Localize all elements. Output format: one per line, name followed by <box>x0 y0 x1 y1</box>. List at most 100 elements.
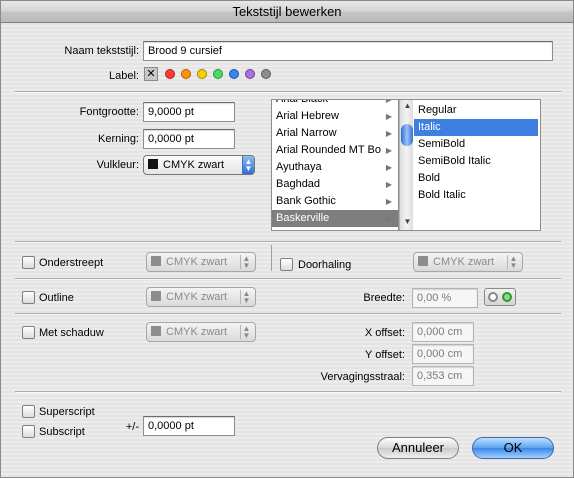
font-size-label: Fontgrootte: <box>79 106 139 118</box>
fill-color-value: CMYK zwart <box>163 159 225 171</box>
outline-color-popup[interactable]: CMYK zwart ▲ ▼ <box>146 287 256 307</box>
cancel-button[interactable]: Annuleer <box>377 437 459 459</box>
font-style-item[interactable]: Bold <box>414 170 538 187</box>
separator <box>15 391 561 393</box>
fill-color-label: Vulkleur: <box>96 159 139 171</box>
subscript-checkbox[interactable] <box>22 425 35 438</box>
outline-filled-ring-icon <box>502 292 512 302</box>
submenu-arrow-icon: ▶ <box>385 112 392 121</box>
outline-width-field[interactable]: 0,00 % <box>412 288 478 308</box>
color-swatch <box>151 326 161 336</box>
label-color-dot[interactable] <box>261 69 271 79</box>
font-family-item[interactable]: Baghdad ▶ <box>272 176 398 193</box>
label-color-dot[interactable] <box>229 69 239 79</box>
subscript-label: Subscript <box>39 426 85 438</box>
window-title: Tekststijl bewerken <box>232 4 342 19</box>
scroll-down-icon[interactable]: ▼ <box>400 216 415 228</box>
color-swatch <box>148 159 158 169</box>
font-family-name: Arial Rounded MT Bo <box>276 144 381 156</box>
font-size-field[interactable]: 9,0000 pt <box>143 102 235 122</box>
font-style-item[interactable]: SemiBold Italic <box>414 153 538 170</box>
label-color-dot[interactable] <box>197 69 207 79</box>
blur-radius-label: Vervagingsstraal: <box>320 371 405 383</box>
font-family-name: Ayuthaya <box>276 161 322 173</box>
underline-checkbox[interactable] <box>22 256 35 269</box>
font-family-name: Arial Narrow <box>276 127 337 139</box>
blur-radius-field[interactable]: 0,353 cm <box>412 366 474 386</box>
submenu-arrow-icon: ▶ <box>385 129 392 138</box>
outline-width-label: Breedte: <box>363 292 405 304</box>
scroll-up-icon[interactable]: ▲ <box>400 100 415 112</box>
underline-color-value: CMYK zwart <box>166 256 228 268</box>
submenu-arrow-icon: ▶ <box>385 197 392 206</box>
style-name-label: Naam tekststijl: <box>64 45 139 57</box>
fill-color-popup[interactable]: CMYK zwart ▲ ▼ <box>143 155 255 175</box>
font-family-name: Bank Gothic <box>276 195 336 207</box>
style-scrollbar[interactable]: ▲ ▼ <box>399 100 413 230</box>
label-color-dot[interactable] <box>213 69 223 79</box>
font-family-name: Arial Black <box>276 99 328 105</box>
x-offset-field[interactable]: 0,000 cm <box>412 322 474 342</box>
outline-style-toggle[interactable] <box>484 288 516 306</box>
superscript-checkbox[interactable] <box>22 405 35 418</box>
outline-color-value: CMYK zwart <box>166 291 228 303</box>
color-swatch <box>418 256 428 266</box>
label-color-dot[interactable] <box>165 69 175 79</box>
popup-arrows-icon: ▲ ▼ <box>507 255 519 270</box>
ok-button[interactable]: OK <box>472 437 554 459</box>
shadow-color-value: CMYK zwart <box>166 326 228 338</box>
font-family-item[interactable]: Arial Hebrew ▶ <box>272 108 398 125</box>
kerning-label: Kerning: <box>98 133 139 145</box>
font-style-item[interactable]: Regular <box>414 102 538 119</box>
font-style-item[interactable]: SemiBold <box>414 136 538 153</box>
font-family-item[interactable]: Bank Gothic ▶ <box>272 193 398 210</box>
strikethrough-color-popup[interactable]: CMYK zwart ▲ ▼ <box>413 252 523 272</box>
offset-field[interactable]: 0,0000 pt <box>143 416 235 436</box>
font-family-name: Baskerville <box>276 212 330 224</box>
superscript-label: Superscript <box>39 406 95 418</box>
font-family-item[interactable]: Arial Rounded MT Bo ▶ <box>272 142 398 159</box>
label-color-dot[interactable] <box>245 69 255 79</box>
outline-ring-icon <box>488 292 498 302</box>
strikethrough-label: Doorhaling <box>298 259 352 271</box>
y-offset-field[interactable]: 0,000 cm <box>412 344 474 364</box>
popup-arrows-icon: ▲ ▼ <box>242 156 254 174</box>
submenu-arrow-icon: ▶ <box>385 163 392 172</box>
strikethrough-checkbox[interactable] <box>280 258 293 271</box>
font-family-item[interactable]: Arial Black ▶ <box>272 99 398 108</box>
submenu-arrow-icon: ▶ <box>385 180 392 189</box>
scroll-thumb[interactable] <box>401 124 413 146</box>
offset-label: +/- <box>125 421 139 433</box>
font-family-item[interactable]: Arial Narrow ▶ <box>272 125 398 142</box>
font-family-item[interactable]: Ayuthaya ▶ <box>272 159 398 176</box>
underline-color-popup[interactable]: CMYK zwart ▲ ▼ <box>146 252 256 272</box>
popup-arrows-icon: ▲ ▼ <box>240 255 252 270</box>
color-swatch <box>151 291 161 301</box>
font-style-list[interactable]: ▲ ▼ Regular Italic SemiBold SemiBold Italic… <box>398 99 541 231</box>
title-bar[interactable]: Tekststijl bewerken <box>1 1 573 23</box>
popup-arrows-icon: ▲ ▼ <box>240 325 252 340</box>
separator <box>15 313 561 315</box>
label-label: Label: <box>109 70 139 82</box>
font-family-list[interactable]: Arial Black ▶ Arial Hebrew ▶ Arial Narrow ▶ Ar… <box>271 99 399 231</box>
underline-label: Onderstreept <box>39 257 104 269</box>
y-offset-label: Y offset: <box>365 349 405 361</box>
outline-checkbox[interactable] <box>22 291 35 304</box>
separator <box>15 278 561 280</box>
label-none-icon[interactable]: ✕ <box>144 67 158 81</box>
kerning-field[interactable]: 0,0000 pt <box>143 129 235 149</box>
font-style-item[interactable]: Bold Italic <box>414 187 538 204</box>
shadow-checkbox[interactable] <box>22 326 35 339</box>
dialog-window: Tekststijl bewerken Naam tekststijl: Bro… <box>0 0 574 478</box>
outline-label: Outline <box>39 292 74 304</box>
label-color-dot[interactable] <box>181 69 191 79</box>
font-family-item[interactable]: Baskerville ▶ <box>272 210 398 227</box>
font-family-name: Arial Hebrew <box>276 110 339 122</box>
font-family-name: Baghdad <box>276 178 321 190</box>
font-style-item[interactable]: Italic <box>414 119 538 136</box>
submenu-arrow-icon: ▶ <box>385 99 392 104</box>
color-swatch <box>151 256 161 266</box>
style-name-field[interactable]: Brood 9 cursief <box>143 41 553 61</box>
submenu-arrow-icon: ▶ <box>385 146 392 155</box>
shadow-color-popup[interactable]: CMYK zwart ▲ ▼ <box>146 322 256 342</box>
